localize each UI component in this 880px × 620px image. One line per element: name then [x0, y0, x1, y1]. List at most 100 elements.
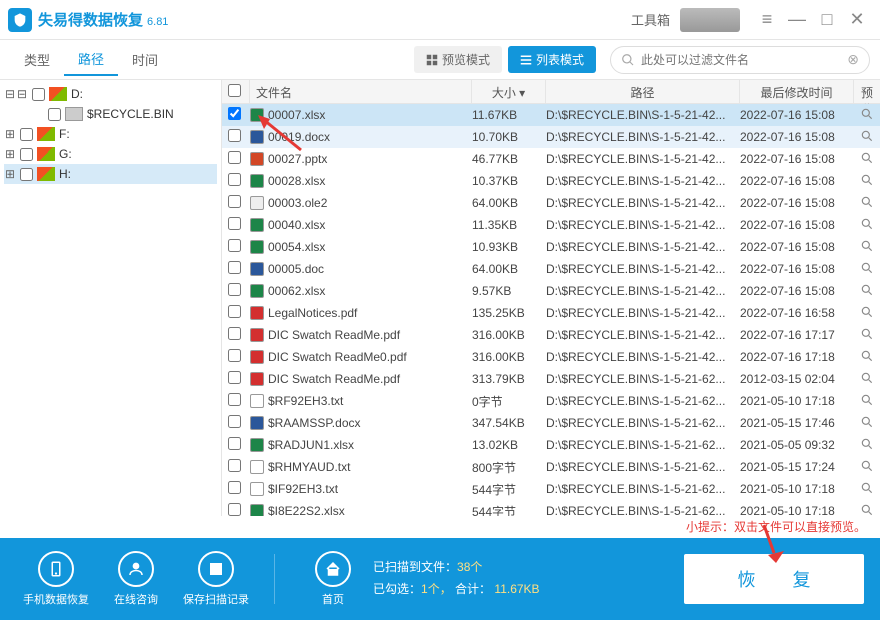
search-icon	[621, 53, 635, 67]
table-row[interactable]: LegalNotices.pdf 135.25KB D:\$RECYCLE.BI…	[222, 302, 880, 324]
preview-icon[interactable]	[854, 503, 880, 517]
file-icon	[250, 460, 264, 474]
table-row[interactable]: $IF92EH3.txt 544字节 D:\$RECYCLE.BIN\S-1-5…	[222, 478, 880, 500]
table-row[interactable]: 00003.ole2 64.00KB D:\$RECYCLE.BIN\S-1-5…	[222, 192, 880, 214]
hint-text: 小提示：双击文件可以直接预览。	[0, 516, 880, 538]
tree-item[interactable]: ⊟⊟D:	[4, 84, 217, 104]
file-icon	[250, 284, 264, 298]
table-row[interactable]: 00027.pptx 46.77KB D:\$RECYCLE.BIN\S-1-5…	[222, 148, 880, 170]
table-row[interactable]: $RADJUN1.xlsx 13.02KB D:\$RECYCLE.BIN\S-…	[222, 434, 880, 456]
table-row[interactable]: $RF92EH3.txt 0字节 D:\$RECYCLE.BIN\S-1-5-2…	[222, 390, 880, 412]
file-icon	[250, 350, 264, 364]
search-input[interactable]	[641, 53, 841, 67]
preview-icon[interactable]	[854, 349, 880, 366]
tree-item[interactable]: ⊞G:	[4, 144, 217, 164]
table-row[interactable]: $I8E22S2.xlsx 544字节 D:\$RECYCLE.BIN\S-1-…	[222, 500, 880, 516]
preview-icon[interactable]	[854, 283, 880, 300]
table-row[interactable]: DIC Swatch ReadMe.pdf 313.79KB D:\$RECYC…	[222, 368, 880, 390]
preview-icon[interactable]	[854, 195, 880, 212]
file-icon	[250, 196, 264, 210]
tree-item[interactable]: ⊞F:	[4, 124, 217, 144]
file-header: ▾ 文件名 大小 ▾ 路径 最后修改时间 预览	[222, 80, 880, 104]
close-icon[interactable]: ✕	[842, 5, 872, 35]
table-row[interactable]: 00019.docx 10.70KB D:\$RECYCLE.BIN\S-1-5…	[222, 126, 880, 148]
menu-icon[interactable]: ≡	[752, 5, 782, 35]
phone-icon	[38, 551, 74, 587]
scan-stats: 已扫描到文件：38个 已勾选：1个， 合计： 11.67KB	[373, 557, 684, 600]
preview-icon[interactable]	[854, 459, 880, 476]
tree-item[interactable]: $RECYCLE.BIN	[4, 104, 217, 124]
preview-icon[interactable]	[854, 107, 880, 124]
table-row[interactable]: 00005.doc 64.00KB D:\$RECYCLE.BIN\S-1-5-…	[222, 258, 880, 280]
preview-icon[interactable]	[854, 129, 880, 146]
preview-icon[interactable]	[854, 305, 880, 322]
online-chat-button[interactable]: 在线咨询	[96, 551, 176, 607]
col-date[interactable]: 最后修改时间	[740, 80, 854, 103]
vip-button[interactable]	[680, 8, 740, 32]
file-icon	[250, 306, 264, 320]
preview-icon[interactable]	[854, 437, 880, 454]
clear-search-icon[interactable]: ⊗	[847, 51, 859, 68]
preview-icon[interactable]	[854, 415, 880, 432]
table-row[interactable]: 00040.xlsx 11.35KB D:\$RECYCLE.BIN\S-1-5…	[222, 214, 880, 236]
tab-type[interactable]: 类型	[10, 44, 64, 75]
file-icon	[250, 372, 264, 386]
titlebar: 失易得数据恢复 6.81 工具箱 ≡ — □ ✕	[0, 0, 880, 40]
minimize-icon[interactable]: —	[782, 5, 812, 35]
col-size[interactable]: 大小	[492, 86, 516, 100]
app-version: 6.81	[147, 16, 168, 28]
preview-icon[interactable]	[854, 393, 880, 410]
tree-item[interactable]: ⊞H:	[4, 164, 217, 184]
table-row[interactable]: DIC Swatch ReadMe.pdf 316.00KB D:\$RECYC…	[222, 324, 880, 346]
preview-icon[interactable]	[854, 217, 880, 234]
table-row[interactable]: 00028.xlsx 10.37KB D:\$RECYCLE.BIN\S-1-5…	[222, 170, 880, 192]
home-button[interactable]: 首页	[293, 551, 373, 607]
app-title: 失易得数据恢复	[38, 9, 143, 30]
preview-icon[interactable]	[854, 327, 880, 344]
search-box[interactable]: ⊗	[610, 46, 870, 74]
table-row[interactable]: 00007.xlsx 11.67KB D:\$RECYCLE.BIN\S-1-5…	[222, 104, 880, 126]
file-icon	[250, 504, 264, 516]
col-name[interactable]: 文件名	[250, 80, 472, 103]
bottom-bar: 手机数据恢复 在线咨询 保存扫描记录 首页 已扫描到文件：38个 已勾选：1个，…	[0, 538, 880, 620]
file-icon	[250, 328, 264, 342]
preview-icon[interactable]	[854, 481, 880, 498]
list-mode-button[interactable]: 列表模式	[508, 46, 596, 73]
preview-icon[interactable]	[854, 173, 880, 190]
home-icon	[315, 551, 351, 587]
table-row[interactable]: 00054.xlsx 10.93KB D:\$RECYCLE.BIN\S-1-5…	[222, 236, 880, 258]
app-logo-icon	[8, 8, 32, 32]
table-row[interactable]: $RHMYAUD.txt 800字节 D:\$RECYCLE.BIN\S-1-5…	[222, 456, 880, 478]
toolbar: 类型 路径 时间 预览模式 列表模式 ⊗	[0, 40, 880, 80]
preview-icon[interactable]	[854, 151, 880, 168]
maximize-icon[interactable]: □	[812, 5, 842, 35]
recover-button[interactable]: 恢 复	[684, 554, 864, 604]
preview-icon[interactable]	[854, 371, 880, 388]
tab-time[interactable]: 时间	[118, 44, 172, 75]
file-icon	[250, 482, 264, 496]
preview-icon[interactable]	[854, 239, 880, 256]
file-icon	[250, 108, 264, 122]
mobile-recover-button[interactable]: 手机数据恢复	[16, 551, 96, 607]
file-icon	[250, 240, 264, 254]
select-all-checkbox[interactable]	[228, 84, 241, 97]
save-scan-button[interactable]: 保存扫描记录	[176, 551, 256, 607]
tab-path[interactable]: 路径	[64, 43, 118, 76]
preview-icon[interactable]	[854, 261, 880, 278]
preview-mode-button[interactable]: 预览模式	[414, 46, 502, 73]
file-icon	[250, 438, 264, 452]
file-icon	[250, 218, 264, 232]
file-icon	[250, 130, 264, 144]
tree-panel: ⊟⊟D:$RECYCLE.BIN⊞F:⊞G:⊞H:	[0, 80, 222, 516]
file-icon	[250, 262, 264, 276]
export-icon	[198, 551, 234, 587]
table-row[interactable]: $RAAMSSP.docx 347.54KB D:\$RECYCLE.BIN\S…	[222, 412, 880, 434]
col-path[interactable]: 路径	[546, 80, 740, 103]
table-row[interactable]: DIC Swatch ReadMe0.pdf 316.00KB D:\$RECY…	[222, 346, 880, 368]
file-icon	[250, 152, 264, 166]
user-icon	[118, 551, 154, 587]
file-icon	[250, 394, 264, 408]
toolbox-button[interactable]: 工具箱	[631, 10, 670, 29]
file-list[interactable]: 00007.xlsx 11.67KB D:\$RECYCLE.BIN\S-1-5…	[222, 104, 880, 516]
table-row[interactable]: 00062.xlsx 9.57KB D:\$RECYCLE.BIN\S-1-5-…	[222, 280, 880, 302]
